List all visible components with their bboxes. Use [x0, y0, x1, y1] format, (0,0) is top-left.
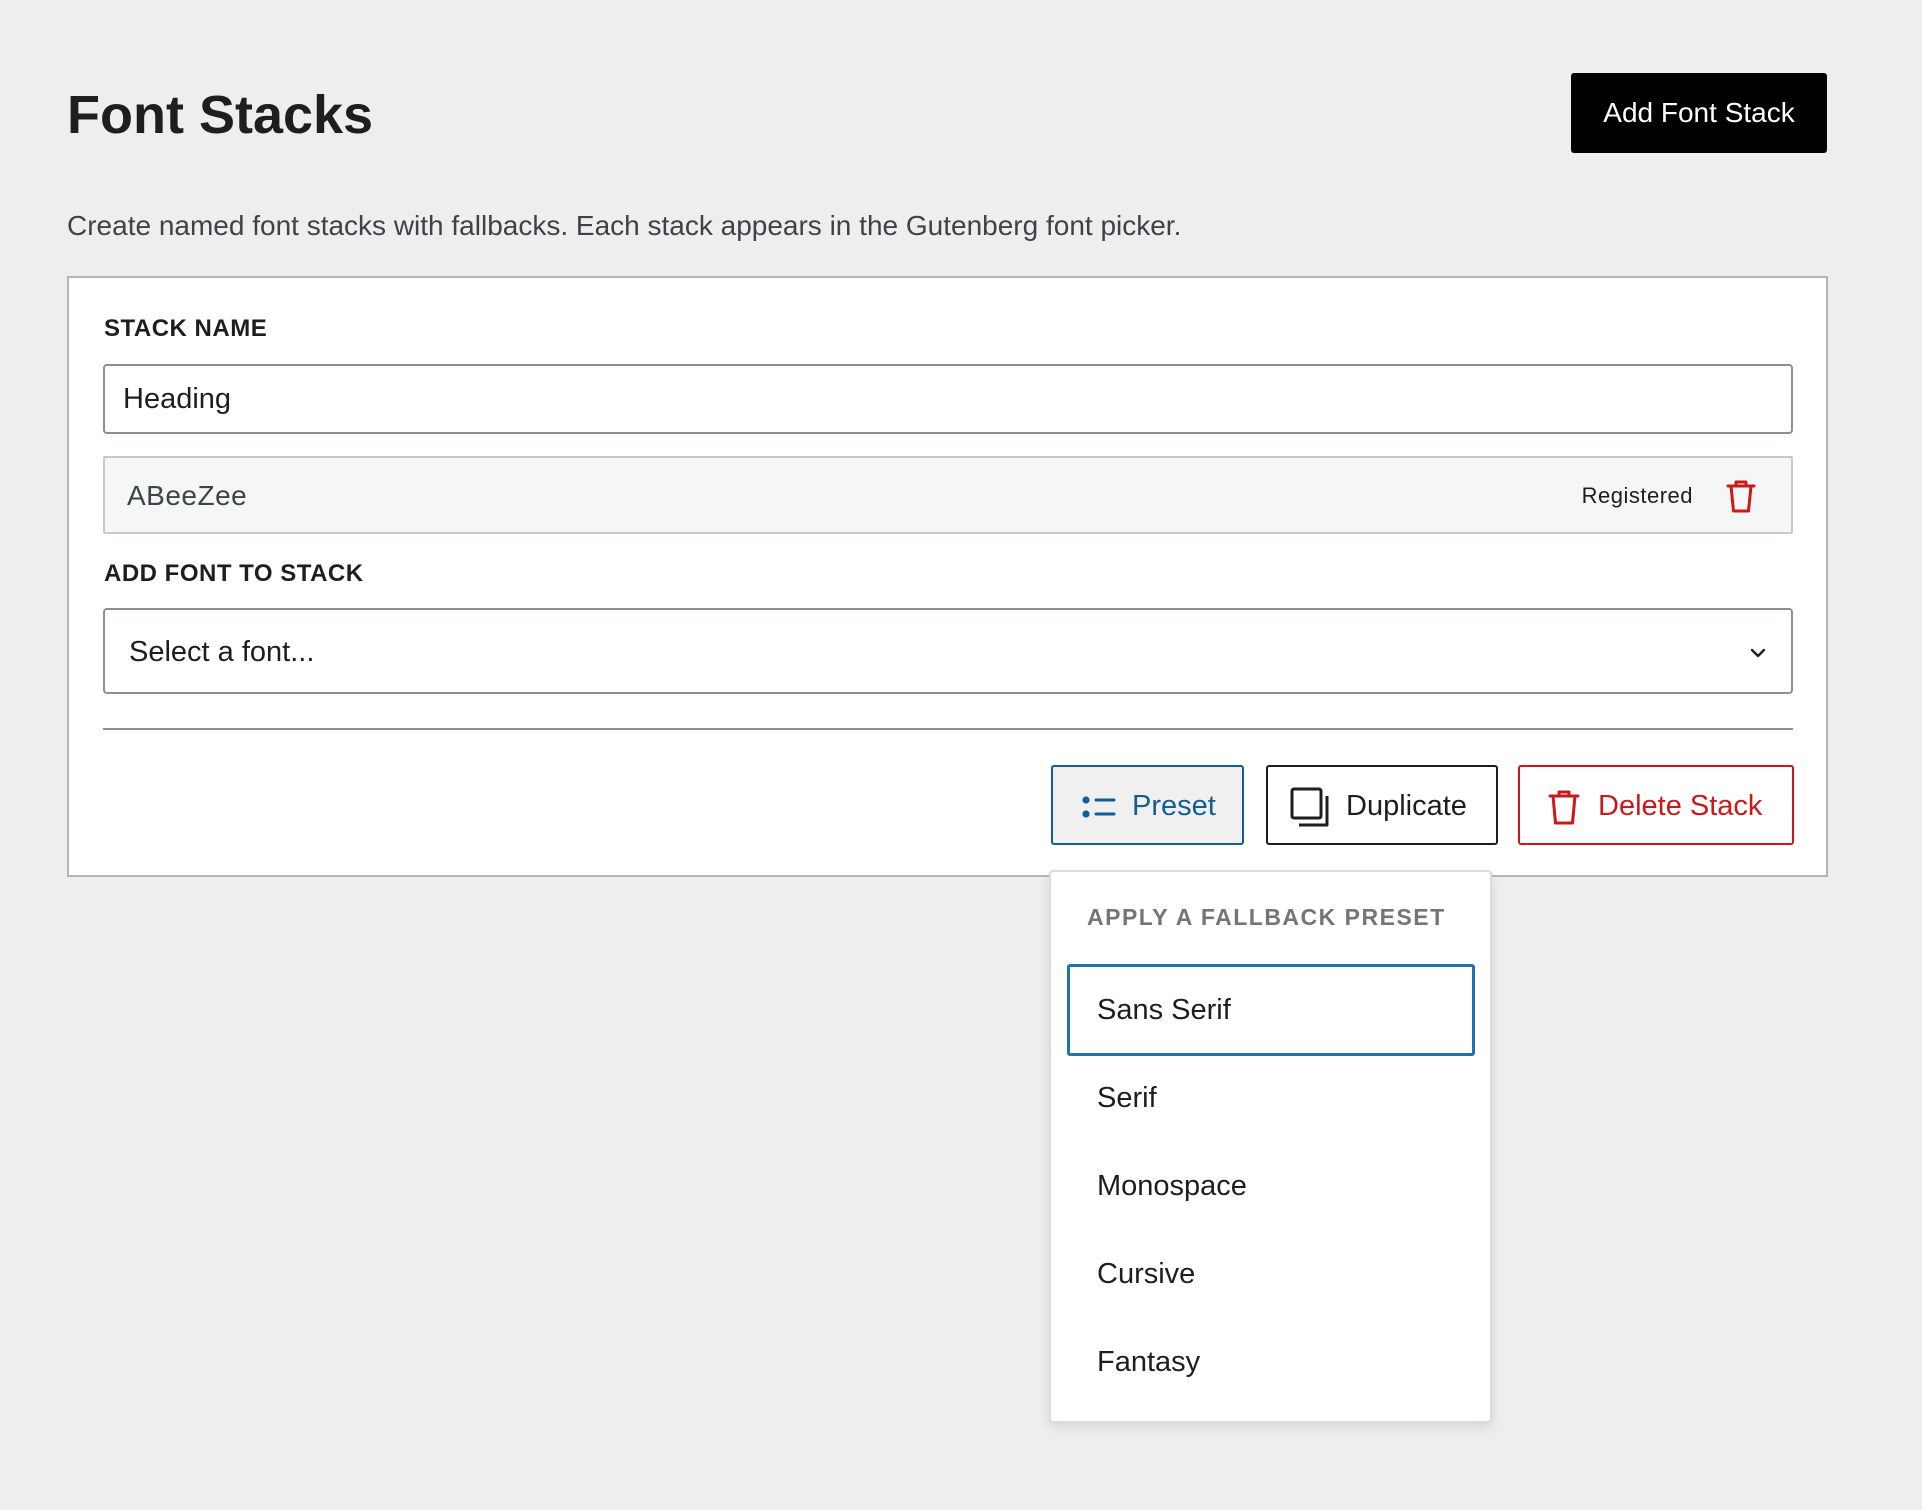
font-select-value: Select a font... — [129, 636, 315, 668]
font-select[interactable]: Select a font... — [103, 608, 1793, 694]
font-list-item: ABeeZee Registered — [103, 456, 1793, 534]
menu-item-serif[interactable]: Serif — [1067, 1052, 1475, 1144]
stack-name-label: STACK NAME — [104, 315, 268, 342]
font-stack-card: STACK NAME ABeeZee Registered ADD FONT T… — [67, 276, 1828, 877]
divider — [103, 728, 1793, 730]
delete-stack-button-label: Delete Stack — [1598, 790, 1763, 822]
menu-item-sans-serif[interactable]: Sans Serif — [1067, 964, 1475, 1056]
chevron-down-icon — [1750, 648, 1766, 658]
menu-item-fantasy[interactable]: Fantasy — [1067, 1316, 1475, 1408]
add-font-label: ADD FONT TO STACK — [104, 560, 364, 587]
font-status-badge: Registered — [1581, 483, 1693, 508]
font-name: ABeeZee — [127, 480, 248, 511]
menu-item-cursive[interactable]: Cursive — [1067, 1228, 1475, 1320]
page-title: Font Stacks — [67, 85, 374, 145]
menu-item-monospace[interactable]: Monospace — [1067, 1140, 1475, 1232]
duplicate-button[interactable]: Duplicate — [1266, 765, 1498, 845]
page-description: Create named font stacks with fallbacks.… — [67, 210, 1182, 241]
list-icon — [1082, 796, 1116, 818]
preset-button-label: Preset — [1132, 790, 1216, 822]
stack-name-input[interactable] — [103, 364, 1793, 434]
trash-icon — [1726, 480, 1756, 513]
preset-dropdown-menu: APPLY A FALLBACK PRESET Sans Serif Serif… — [1049, 870, 1492, 1423]
duplicate-button-label: Duplicate — [1346, 790, 1467, 822]
delete-stack-button[interactable]: Delete Stack — [1518, 765, 1794, 845]
duplicate-icon — [1290, 787, 1329, 827]
trash-icon — [1548, 790, 1580, 825]
preset-menu-heading: APPLY A FALLBACK PRESET — [1087, 904, 1446, 930]
add-font-stack-button[interactable]: Add Font Stack — [1571, 73, 1827, 153]
preset-button[interactable]: Preset — [1051, 765, 1244, 845]
remove-font-button[interactable] — [1721, 476, 1761, 516]
